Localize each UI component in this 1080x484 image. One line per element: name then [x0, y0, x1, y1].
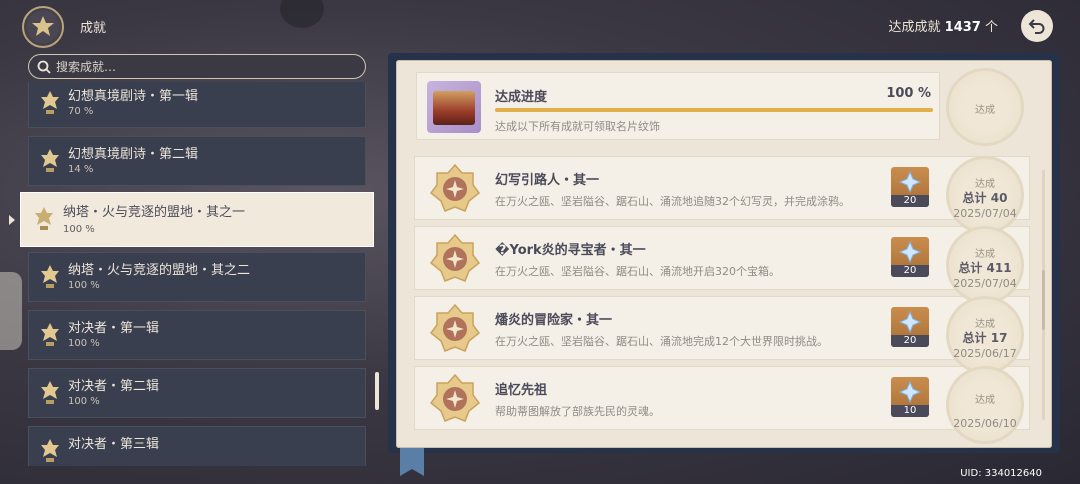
trophy-icon [41, 265, 59, 288]
achievement-description: 在万火之瓯、坚岩隘谷、踞石山、涌流地追随32个幻写灵，并完成涂鸦。 [495, 195, 850, 208]
primogem-icon [899, 381, 921, 403]
stamp-text: 达成 [975, 105, 995, 116]
category-percent: 100 % [68, 338, 100, 349]
achievement-row[interactable]: 幻写引路人・其一 在万火之瓯、坚岩隘谷、踞石山、涌流地追随32个幻写灵，并完成涂… [414, 156, 1030, 220]
achievement-medal-icon [429, 373, 481, 422]
category-name: 对决者・第一辑 [68, 321, 160, 336]
achievement-medal-icon [429, 233, 481, 282]
achievement-description: 在万火之瓯、坚岩隘谷、踞石山、涌流地完成12个大世界限时挑战。 [495, 335, 828, 348]
progress-card: 达成进度 100 % 达成以下所有成就可领取名片纹饰 [416, 72, 940, 140]
selection-arrow-icon [9, 215, 15, 225]
achievement-medal-icon [429, 303, 481, 352]
primogem-icon [899, 311, 921, 333]
primogem-icon [899, 241, 921, 263]
category-name: 对决者・第三辑 [68, 437, 160, 452]
achievement-row[interactable]: 燔炎的冒险家・其一 在万火之瓯、坚岩隘谷、踞石山、涌流地完成12个大世界限时挑战… [414, 296, 1030, 360]
reward-quantity: 20 [891, 265, 929, 277]
progress-percent: 100 % [886, 86, 931, 101]
achievement-name: 燔炎的冒险家・其一 [495, 313, 613, 328]
reward-slot[interactable]: 10 [891, 377, 929, 417]
trophy-icon [35, 207, 53, 230]
category-item[interactable]: 对决者・第二辑 100 % [28, 368, 366, 418]
trophy-icon [41, 381, 59, 404]
count-unit: 个 [984, 20, 998, 35]
achievement-name: 追忆先祖 [495, 383, 548, 398]
namecard-reward-icon[interactable] [427, 81, 481, 133]
category-item[interactable]: 幻想真境剧诗・第二辑 14 % [28, 136, 366, 186]
completion-stamp: 达成 2025/06/10 [946, 366, 1024, 444]
category-name: 纳塔・火与竞逐的盟地・其之一 [63, 205, 246, 220]
reward-slot[interactable]: 20 [891, 307, 929, 347]
achievement-name: 幻写引路人・其一 [495, 173, 600, 188]
category-item[interactable]: 对决者・第三辑 [28, 426, 366, 466]
reward-quantity: 20 [891, 335, 929, 347]
category-scrollbar[interactable] [375, 372, 379, 410]
category-item[interactable]: 纳塔・火与竞逐的盟地・其之二 100 % [28, 252, 366, 302]
reward-quantity: 10 [891, 405, 929, 417]
stamp-text: 达成 [975, 319, 995, 330]
completion-stamp: 达成 总计 40 2025/07/04 [946, 156, 1024, 234]
category-item[interactable]: 对决者・第一辑 100 % [28, 310, 366, 360]
search-icon [37, 60, 51, 74]
uid-label: UID: 334012640 [960, 468, 1042, 479]
back-arrow-icon [1028, 19, 1045, 34]
category-name: 幻想真境剧诗・第一辑 [68, 89, 199, 104]
achievement-description: 在万火之瓯、坚岩隘谷、踞石山、涌流地开启320个宝箱。 [495, 265, 780, 278]
stamp-total: 总计 17 [962, 331, 1008, 345]
category-percent: 70 % [68, 106, 94, 117]
trophy-icon [41, 439, 59, 462]
reward-slot[interactable]: 20 [891, 237, 929, 277]
category-list[interactable]: 幻想真境剧诗・第一辑 70 % 幻想真境剧诗・第二辑 14 % 纳塔・火与竞逐的… [0, 82, 380, 466]
category-name: 对决者・第二辑 [68, 379, 160, 394]
completion-stamp: 达成 总计 17 2025/06/17 [946, 296, 1024, 374]
trophy-icon [41, 91, 59, 114]
category-percent: 100 % [68, 280, 100, 291]
category-item[interactable]: 幻想真境剧诗・第一辑 70 % [28, 82, 366, 128]
reward-slot[interactable]: 20 [891, 167, 929, 207]
stamp-date: 2025/07/04 [953, 277, 1017, 290]
reward-quantity: 20 [891, 195, 929, 207]
stamp-total: 总计 411 [958, 261, 1012, 275]
stamp-text: 达成 [975, 395, 995, 406]
category-name: 幻想真境剧诗・第二辑 [68, 147, 199, 162]
achievement-scrollbar[interactable] [1042, 170, 1045, 420]
page-title: 成就 [80, 21, 107, 36]
primogem-icon [899, 171, 921, 193]
stamp-total: 总计 40 [962, 191, 1008, 205]
progress-label: 达成进度 [495, 90, 548, 105]
achievement-row[interactable]: 追忆先祖 帮助蒂图解放了部族先民的灵魂。 10 [414, 366, 1030, 430]
progress-bar [495, 108, 933, 112]
stamp-date: 2025/06/10 [953, 417, 1017, 430]
paimon-menu-icon[interactable] [280, 0, 324, 28]
achievement-medal-icon [429, 163, 481, 212]
stamp-text: 达成 [975, 179, 995, 190]
search-input[interactable]: 搜索成就… [56, 58, 116, 75]
achievement-row[interactable]: �York炎的寻宝者・其一 在万火之瓯、坚岩隘谷、踞石山、涌流地开启320个宝箱… [414, 226, 1030, 290]
top-bar: 成就 达成成就 1437 个 [0, 0, 1080, 52]
progress-fill [495, 108, 933, 112]
bookmark-ribbon [400, 448, 424, 476]
search-bar[interactable]: 搜索成就… [28, 54, 366, 79]
category-percent: 14 % [68, 164, 94, 175]
category-name: 纳塔・火与竞逐的盟地・其之二 [68, 263, 251, 278]
achievement-name: �York炎的寻宝者・其一 [495, 243, 646, 258]
progress-stamp: 达成 [946, 68, 1024, 146]
progress-description: 达成以下所有成就可领取名片纹饰 [495, 120, 660, 133]
trophy-icon [41, 149, 59, 172]
achievement-emblem-icon [22, 6, 64, 48]
count-value: 1437 [944, 20, 981, 35]
trophy-icon [41, 323, 59, 346]
achievement-count: 达成成就 1437 个 [889, 16, 999, 35]
back-button[interactable] [1021, 10, 1053, 42]
achievement-description: 帮助蒂图解放了部族先民的灵魂。 [495, 405, 660, 418]
count-label: 达成成就 [888, 20, 941, 35]
category-percent: 100 % [63, 224, 95, 235]
stamp-date: 2025/06/17 [953, 347, 1017, 360]
category-percent: 100 % [68, 396, 100, 407]
stamp-date: 2025/07/04 [953, 207, 1017, 220]
completion-stamp: 达成 总计 411 2025/07/04 [946, 226, 1024, 304]
stamp-text: 达成 [975, 249, 995, 260]
category-item-selected[interactable]: 纳塔・火与竞逐的盟地・其之一 100 % [20, 192, 374, 247]
